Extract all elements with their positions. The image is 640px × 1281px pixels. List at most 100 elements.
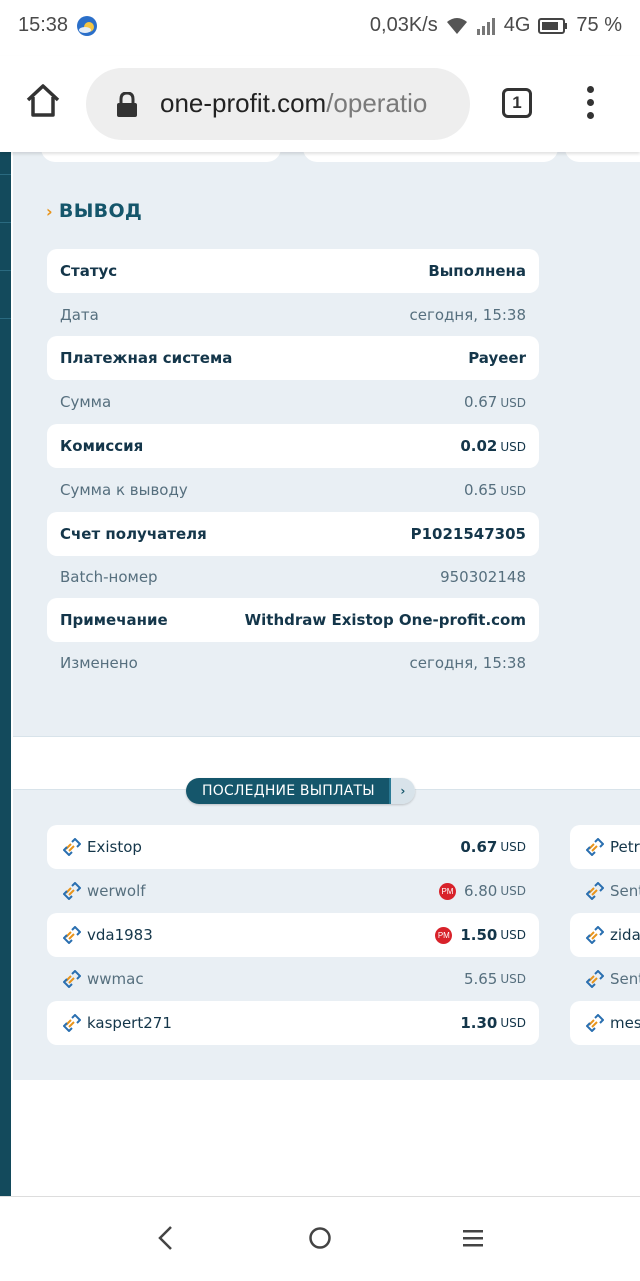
payout-row-next: mes bbox=[570, 1001, 640, 1045]
url-domain: one-profit.com bbox=[160, 88, 327, 118]
detail-value: 0.02 USD bbox=[460, 437, 526, 455]
chevron-right-icon[interactable]: › bbox=[388, 778, 415, 804]
detail-value: 0.65 USD bbox=[463, 481, 526, 499]
recents-icon[interactable] bbox=[462, 1227, 484, 1249]
browser-toolbar: one-profit.com/operatio 1 bbox=[0, 56, 640, 152]
payout-user[interactable]: vda1983 bbox=[87, 926, 435, 944]
link-icon bbox=[586, 970, 604, 988]
home-circle-icon[interactable] bbox=[308, 1226, 332, 1250]
payout-user[interactable]: werwolf bbox=[87, 882, 439, 900]
detail-row-payment-system: Платежная система Payeer bbox=[47, 336, 539, 380]
detail-row-amount: Сумма 0.67 USD bbox=[47, 380, 539, 424]
tab-switcher-button[interactable]: 1 bbox=[502, 88, 532, 118]
payout-row: kaspert271 1.30 USD bbox=[47, 1001, 539, 1045]
detail-value: сегодня, 15:38 bbox=[409, 654, 527, 672]
detail-label: Комиссия bbox=[60, 437, 144, 455]
payout-amount: 1.30 USD bbox=[460, 1014, 526, 1032]
payout-row: vda1983 PM 1.50 USD bbox=[47, 913, 539, 957]
page-content: › ВЫВОД Статус Выполнена Дата сегодня, 15… bbox=[0, 152, 640, 1196]
payout-user[interactable]: wwmac bbox=[87, 970, 464, 988]
detail-label: Дата bbox=[60, 306, 99, 324]
payout-user[interactable]: Existop bbox=[87, 838, 460, 856]
detail-row-modified: Изменено сегодня, 15:38 bbox=[47, 641, 539, 685]
payout-row: wwmac 5.65 USD bbox=[47, 957, 539, 1001]
url-text[interactable]: one-profit.com/operatio bbox=[160, 88, 460, 119]
detail-label: Примечание bbox=[60, 611, 168, 629]
link-icon bbox=[586, 882, 604, 900]
link-icon bbox=[63, 1014, 81, 1032]
detail-label: Изменено bbox=[60, 654, 138, 672]
payout-amount: 0.67 USD bbox=[460, 838, 526, 856]
payout-row-next: Sentv bbox=[570, 957, 640, 1001]
weather-icon bbox=[77, 16, 97, 36]
perfect-money-icon: PM bbox=[435, 926, 453, 944]
detail-value: Выполнена bbox=[428, 262, 526, 280]
payout-user[interactable]: zidar bbox=[610, 926, 640, 944]
link-icon bbox=[63, 882, 81, 900]
withdrawal-title-text: ВЫВОД bbox=[58, 200, 143, 222]
link-icon bbox=[586, 838, 604, 856]
clock: 15:38 bbox=[18, 14, 69, 36]
battery-level: 75 % bbox=[576, 14, 622, 36]
detail-label: Счет получателя bbox=[60, 525, 207, 543]
payout-row: werwolf PM 6.80 USD bbox=[47, 869, 539, 913]
net-speed: 0,03K/s bbox=[369, 14, 438, 36]
payout-user[interactable]: mes bbox=[610, 1014, 640, 1032]
detail-value: Payeer bbox=[468, 349, 526, 367]
payout-amount: PM 1.50 USD bbox=[435, 926, 526, 944]
detail-value: P1021547305 bbox=[410, 525, 526, 543]
detail-value: 950302148 bbox=[440, 568, 526, 586]
link-icon bbox=[63, 970, 81, 988]
payout-row-next: zidar bbox=[570, 913, 640, 957]
home-icon[interactable] bbox=[24, 82, 62, 120]
chevron-right-icon: › bbox=[46, 202, 53, 221]
detail-row-batch-number: Batch-номер 950302148 bbox=[47, 555, 539, 599]
lock-icon bbox=[117, 92, 137, 117]
detail-row-status: Статус Выполнена bbox=[47, 249, 539, 293]
link-icon bbox=[586, 1014, 604, 1032]
battery-icon bbox=[538, 17, 568, 34]
address-bar[interactable]: one-profit.com/operatio bbox=[86, 68, 470, 140]
detail-label: Платежная система bbox=[60, 349, 233, 367]
payout-amount: PM 6.80 USD bbox=[438, 882, 526, 900]
top-card bbox=[565, 152, 640, 162]
detail-row-commission: Комиссия 0.02 USD bbox=[47, 424, 539, 468]
signal-icon bbox=[476, 17, 495, 35]
detail-label: Batch-номер bbox=[60, 568, 158, 586]
network-type: 4G bbox=[503, 14, 531, 36]
top-card bbox=[303, 152, 558, 162]
detail-value: Withdraw Existop One-profit.com bbox=[244, 611, 526, 629]
link-icon bbox=[586, 926, 604, 944]
payout-row-next: Petr bbox=[570, 825, 640, 869]
detail-row-recipient-account: Счет получателя P1021547305 bbox=[47, 512, 539, 556]
detail-row-note: Примечание Withdraw Existop One-profit.c… bbox=[47, 598, 539, 642]
back-icon[interactable] bbox=[156, 1225, 176, 1251]
payout-user[interactable]: kaspert271 bbox=[87, 1014, 460, 1032]
link-icon bbox=[63, 926, 81, 944]
link-icon bbox=[63, 838, 81, 856]
detail-row-payout-amount: Сумма к выводу 0.65 USD bbox=[47, 468, 539, 512]
payout-user[interactable]: Sentv bbox=[610, 882, 640, 900]
side-panel-edge bbox=[0, 152, 11, 1196]
payout-row-next: Sentv bbox=[570, 869, 640, 913]
system-nav-bar bbox=[0, 1196, 640, 1281]
detail-label: Сумма к выводу bbox=[60, 481, 188, 499]
payout-user[interactable]: Sentv bbox=[610, 970, 640, 988]
payout-amount: 5.65 USD bbox=[463, 970, 526, 988]
detail-label: Статус bbox=[60, 262, 118, 280]
payout-user[interactable]: Petr bbox=[610, 838, 640, 856]
recent-payouts-label: ПОСЛЕДНИЕ ВЫПЛАТЫ bbox=[186, 778, 389, 804]
url-path: /operatio bbox=[326, 88, 428, 118]
withdrawal-title: › ВЫВОД bbox=[46, 200, 142, 222]
perfect-money-icon: PM bbox=[438, 882, 456, 900]
status-bar: 15:38 0,03K/s 4G 75 % bbox=[0, 0, 640, 56]
top-card bbox=[41, 152, 281, 162]
menu-dots-icon[interactable] bbox=[578, 86, 602, 122]
wifi-icon bbox=[446, 17, 467, 34]
recent-payouts-button[interactable]: ПОСЛЕДНИЕ ВЫПЛАТЫ › bbox=[186, 778, 415, 804]
detail-value: 0.67 USD bbox=[463, 393, 526, 411]
payout-row: Existop 0.67 USD bbox=[47, 825, 539, 869]
detail-value: сегодня, 15:38 bbox=[409, 306, 527, 324]
detail-row-date: Дата сегодня, 15:38 bbox=[47, 293, 539, 337]
status-indicators: 0,03K/s 4G 75 % bbox=[370, 14, 622, 37]
